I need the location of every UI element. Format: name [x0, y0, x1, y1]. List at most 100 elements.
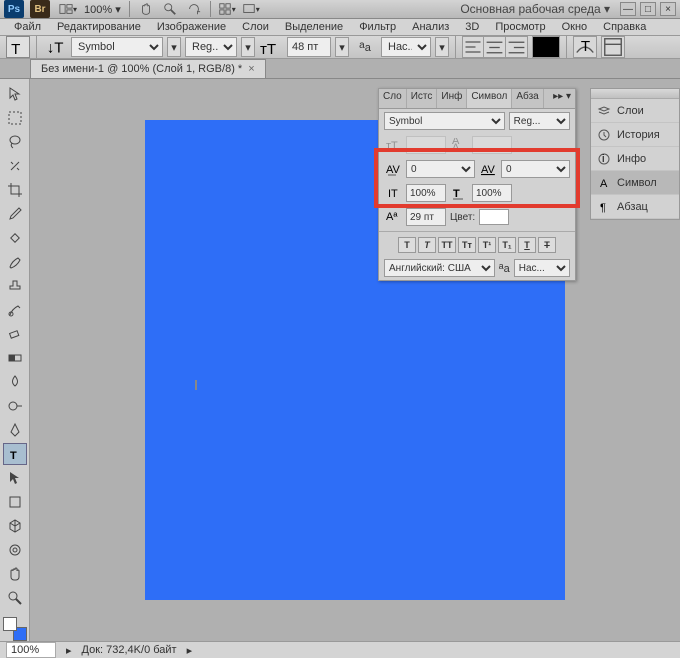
status-arrow2-icon[interactable]: ▸ [187, 644, 193, 657]
gradient-tool[interactable] [3, 347, 27, 369]
lasso-tool[interactable] [3, 131, 27, 153]
dock-character[interactable]: AСимвол [591, 171, 679, 195]
font-style-chevron[interactable]: ▾ [241, 37, 255, 57]
workspace-switcher[interactable]: Основная рабочая среда ▾ [460, 2, 610, 16]
dodge-tool[interactable] [3, 395, 27, 417]
font-family-select[interactable]: Symbol [71, 37, 163, 57]
document-tab[interactable]: Без имени-1 @ 100% (Слой 1, RGB/8) * × [30, 59, 266, 78]
stamp-tool[interactable] [3, 275, 27, 297]
canvas-area[interactable] [30, 79, 680, 641]
healing-tool[interactable] [3, 227, 27, 249]
dock-history[interactable]: История [591, 123, 679, 147]
cp-baseline-input[interactable] [406, 208, 446, 226]
eraser-tool[interactable] [3, 323, 27, 345]
text-color-swatch[interactable] [532, 36, 560, 58]
char-panel-toggle-button[interactable] [601, 36, 625, 58]
close-button[interactable]: × [660, 2, 676, 16]
cp-bold-button[interactable]: T [398, 237, 416, 253]
cp-aa-select[interactable]: Нас... [514, 259, 570, 277]
cp-underline-button[interactable]: T [518, 237, 536, 253]
align-center-button[interactable] [484, 36, 506, 58]
cp-hscale-input[interactable] [472, 184, 512, 202]
marquee-tool[interactable] [3, 107, 27, 129]
shape-tool[interactable] [3, 491, 27, 513]
bridge-icon[interactable]: Br [30, 0, 50, 18]
dock-grip[interactable] [591, 89, 679, 99]
cp-kerning-select[interactable]: 0 [501, 160, 570, 178]
hand-icon[interactable] [136, 0, 156, 18]
panel-tab-layers[interactable]: Сло [379, 89, 407, 108]
layouts-dropdown[interactable]: ▾ [58, 0, 78, 18]
3d-tool[interactable] [3, 515, 27, 537]
cp-color-swatch[interactable] [479, 209, 509, 225]
type-tool[interactable]: T [3, 443, 27, 465]
hand-tool[interactable] [3, 563, 27, 585]
zoom-level[interactable]: 100% ▾ [80, 3, 125, 16]
menu-filter[interactable]: Фильтр [351, 19, 404, 35]
blur-tool[interactable] [3, 371, 27, 393]
warp-text-button[interactable]: T [573, 36, 597, 58]
minimize-button[interactable]: — [620, 2, 636, 16]
text-tool-preset-icon[interactable]: T [6, 36, 30, 58]
menu-analysis[interactable]: Анализ [404, 19, 457, 35]
document-tab-close-icon[interactable]: × [248, 63, 254, 75]
dock-layers[interactable]: Слои [591, 99, 679, 123]
menu-help[interactable]: Справка [595, 19, 654, 35]
path-select-tool[interactable] [3, 467, 27, 489]
font-family-chevron[interactable]: ▾ [167, 37, 181, 57]
maximize-button[interactable]: □ [640, 2, 656, 16]
brush-tool[interactable] [3, 251, 27, 273]
menu-window[interactable]: Окно [554, 19, 596, 35]
pen-tool[interactable] [3, 419, 27, 441]
menu-layers[interactable]: Слои [234, 19, 277, 35]
cp-font-style-select[interactable]: Reg... [509, 112, 570, 130]
3d-camera-tool[interactable] [3, 539, 27, 561]
menu-file[interactable]: Файл [6, 19, 49, 35]
cp-fontsize-input[interactable] [406, 136, 446, 154]
panel-tab-paragraph[interactable]: Абза [512, 89, 543, 108]
cp-vscale-input[interactable] [406, 184, 446, 202]
font-size-chevron[interactable]: ▾ [335, 37, 349, 57]
panel-tab-history[interactable]: Истс [407, 89, 438, 108]
cp-subscript-button[interactable]: T₁ [498, 237, 516, 253]
cp-font-family-select[interactable]: Symbol [384, 112, 505, 130]
menu-select[interactable]: Выделение [277, 19, 351, 35]
anti-alias-chevron[interactable]: ▾ [435, 37, 449, 57]
eyedropper-tool[interactable] [3, 203, 27, 225]
dock-paragraph[interactable]: ¶Абзац [591, 195, 679, 219]
wand-tool[interactable] [3, 155, 27, 177]
cp-smallcaps-button[interactable]: Tᴛ [458, 237, 476, 253]
align-right-button[interactable] [506, 36, 528, 58]
cp-leading-input[interactable] [472, 136, 512, 154]
status-arrow-icon[interactable]: ▸ [66, 644, 72, 657]
font-size-input[interactable] [287, 37, 331, 57]
menu-view[interactable]: Просмотр [487, 19, 553, 35]
foreground-swatch[interactable] [3, 617, 17, 631]
move-tool[interactable] [3, 83, 27, 105]
menu-image[interactable]: Изображение [149, 19, 234, 35]
font-style-select[interactable]: Reg... [185, 37, 237, 57]
color-swatches[interactable] [3, 617, 27, 641]
cp-language-select[interactable]: Английский: США [384, 259, 495, 277]
cp-strike-button[interactable]: T [538, 237, 556, 253]
crop-tool[interactable] [3, 179, 27, 201]
panel-tab-character[interactable]: Символ [467, 89, 512, 108]
text-orientation-icon[interactable]: ↓T [43, 36, 67, 58]
status-zoom-field[interactable]: 100% [6, 642, 56, 658]
cp-tracking-select[interactable]: 0 [406, 160, 475, 178]
cp-superscript-button[interactable]: T¹ [478, 237, 496, 253]
menu-3d[interactable]: 3D [457, 19, 487, 35]
panel-tab-more-icon[interactable]: ▸▸ ▾ [549, 89, 575, 108]
arrange-icon[interactable]: ▾ [217, 0, 237, 18]
cp-allcaps-button[interactable]: TT [438, 237, 456, 253]
history-brush-tool[interactable] [3, 299, 27, 321]
menu-edit[interactable]: Редактирование [49, 19, 149, 35]
screen-mode-icon[interactable]: ▾ [241, 0, 261, 18]
align-left-button[interactable] [462, 36, 484, 58]
dock-info[interactable]: iИнфо [591, 147, 679, 171]
panel-tab-info[interactable]: Инф [437, 89, 467, 108]
anti-alias-select[interactable]: Нас... [381, 37, 431, 57]
zoom-icon[interactable] [160, 0, 180, 18]
rotate-icon[interactable] [184, 0, 204, 18]
cp-italic-button[interactable]: T [418, 237, 436, 253]
